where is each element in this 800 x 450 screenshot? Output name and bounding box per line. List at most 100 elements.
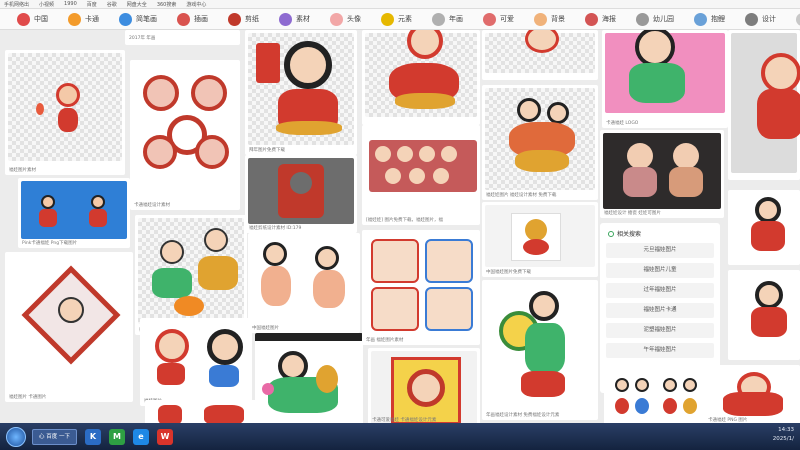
result-card[interactable]: 福娃图片 卡通图片	[5, 252, 133, 402]
bookmark-item[interactable]: 360搜索	[157, 1, 177, 8]
result-card[interactable]: 福娃图片	[140, 318, 252, 406]
category-tab[interactable]: 设计	[738, 11, 783, 27]
category-tab[interactable]: 插画	[170, 11, 215, 27]
result-card[interactable]: 中国福娃图片免费下载	[482, 202, 598, 277]
bookmark-item[interactable]: 网盘大全	[127, 1, 147, 8]
bookmark-item[interactable]: 游戏中心	[186, 1, 206, 8]
result-image[interactable]	[731, 273, 797, 353]
clock-time: 14:33	[778, 427, 794, 433]
category-tab[interactable]: 抱鲤	[687, 11, 732, 27]
result-image[interactable]	[485, 283, 595, 411]
category-label: 海报	[602, 15, 616, 23]
category-label: 元素	[398, 15, 412, 23]
result-card[interactable]: 福娃图片素材	[5, 50, 125, 175]
result-image[interactable]	[138, 218, 244, 324]
m-app-icon[interactable]: M	[109, 428, 125, 445]
result-image[interactable]	[485, 88, 595, 190]
result-card[interactable]: 2017年 年画	[125, 30, 240, 45]
result-image[interactable]	[365, 128, 477, 216]
result-card[interactable]	[728, 270, 800, 360]
category-tab[interactable]: 元素	[374, 11, 419, 27]
result-image[interactable]	[365, 30, 477, 117]
result-image[interactable]	[248, 33, 354, 145]
category-tab[interactable]: 卡通	[61, 11, 106, 27]
result-card[interactable]: 年画 福娃图片素材	[362, 230, 480, 345]
category-thumb-icon	[534, 12, 547, 26]
result-card[interactable]: 福娃剪纸设计素材 ID:179	[245, 155, 357, 233]
result-card[interactable]: 卡通可爱福娃 卡通福娃设计元素	[368, 348, 480, 425]
category-tab[interactable]: 中国	[10, 11, 55, 27]
result-image[interactable]	[731, 33, 800, 173]
result-card[interactable]	[362, 30, 480, 125]
category-label: 插画	[194, 15, 208, 23]
result-card[interactable]: 福娃图片素材 免费福娃图片素材	[135, 215, 247, 335]
result-image[interactable]	[251, 236, 357, 324]
category-label: 素材	[296, 15, 310, 23]
result-image[interactable]	[21, 181, 127, 239]
result-card[interactable]: 福娃娃图片 福娃设计素材 免费下载	[482, 85, 598, 200]
related-search-item[interactable]: 泥塑福娃图片	[606, 323, 714, 338]
result-card[interactable]	[145, 400, 257, 425]
result-card[interactable]	[728, 30, 800, 180]
result-card[interactable]: 年画福娃设计素材 免费福娃设计元素	[482, 280, 598, 420]
result-card[interactable]: 卡通福娃 LOGO	[602, 30, 728, 128]
result-caption: 年画福娃设计素材 免费福娃设计元素	[486, 413, 560, 418]
result-image[interactable]	[8, 255, 130, 393]
result-image[interactable]	[605, 30, 725, 113]
bookmark-item[interactable]: 谷歌	[107, 1, 117, 8]
related-search-item[interactable]: 福娃图片儿童	[606, 263, 714, 278]
category-thumb-icon	[585, 12, 598, 26]
related-search-item[interactable]: 过年福娃图片	[606, 283, 714, 298]
result-image[interactable]	[603, 133, 721, 209]
result-caption: 福娃娃设计 搪瓷 娃娃可图片	[604, 211, 661, 216]
result-card[interactable]: 中国福娃图片	[248, 233, 360, 333]
bookmark-item[interactable]: 小视频	[39, 1, 54, 8]
bookmark-item[interactable]: 百度	[87, 1, 97, 8]
category-tab[interactable]: 海报	[578, 11, 623, 27]
taskbar-window-browser[interactable]: 心 百度 一下	[32, 428, 77, 445]
result-caption: 2017年 年画	[129, 36, 156, 41]
result-image[interactable]	[248, 158, 354, 224]
bookmark-item[interactable]: 1990	[64, 1, 77, 7]
category-tab[interactable]: 简笔画	[112, 11, 164, 27]
related-search-item[interactable]: 福娃图片卡通	[606, 303, 714, 318]
result-card[interactable]	[482, 30, 598, 80]
category-tab[interactable]: 头像	[323, 11, 368, 27]
result-card[interactable]: 卡通福娃 PNG 图片	[704, 365, 800, 425]
wps-w-icon[interactable]: W	[157, 428, 173, 445]
result-card[interactable]: 拜年图片免费下载	[245, 30, 357, 155]
result-image[interactable]	[365, 233, 477, 336]
system-tray-clock[interactable]: 14:33 2025/1/	[773, 426, 794, 444]
result-image[interactable]	[485, 205, 595, 267]
result-image[interactable]	[731, 193, 797, 259]
category-tab[interactable]: 年画	[425, 11, 470, 27]
browser-e-icon[interactable]: e	[133, 428, 149, 445]
result-image[interactable]	[133, 63, 237, 201]
category-thumb-icon	[432, 12, 445, 26]
category-tab[interactable]: 幼儿园	[629, 11, 681, 27]
result-image[interactable]	[8, 53, 122, 161]
result-card[interactable]: 福娃娃设计 搪瓷 娃娃可图片	[600, 130, 724, 218]
related-search-item[interactable]: 元旦福娃图片	[606, 243, 714, 258]
category-tab[interactable]: 可爱	[476, 11, 521, 27]
result-card[interactable]: 卡通福娃设计素材	[130, 60, 240, 210]
result-image[interactable]	[371, 351, 477, 425]
result-card[interactable]: [福娃娃] 图片免费下载，福娃图片，福	[362, 125, 480, 225]
bookmark-item[interactable]: 手机网络出	[4, 1, 29, 8]
result-card[interactable]: Pink卡通福娃 Png下载图片	[18, 178, 130, 248]
result-image[interactable]	[485, 30, 595, 73]
result-image[interactable]	[143, 321, 249, 397]
image-results-grid: 福娃图片素材 Pink卡通福娃 Png下载图片 福娃图片 卡通图片 2017年 …	[0, 30, 800, 425]
category-tab[interactable]: 素材	[272, 11, 317, 27]
related-search-item[interactable]: 午年福娃图片	[606, 343, 714, 358]
result-image[interactable]	[258, 343, 360, 425]
category-tab[interactable]: 喜庆	[789, 11, 800, 27]
result-card[interactable]	[728, 190, 800, 265]
category-tab[interactable]: 剪纸	[221, 11, 266, 27]
k-app-icon[interactable]: K	[85, 428, 101, 445]
result-image[interactable]	[707, 368, 797, 416]
result-card[interactable]	[255, 333, 363, 425]
result-image[interactable]	[148, 403, 254, 425]
category-tab[interactable]: 背景	[527, 11, 572, 27]
start-button[interactable]	[6, 426, 26, 447]
